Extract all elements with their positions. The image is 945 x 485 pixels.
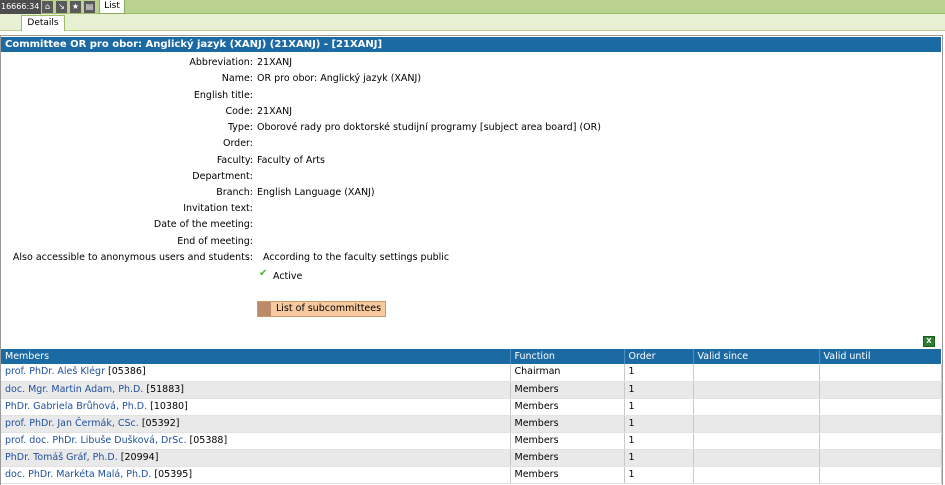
prop-label-faculty: Faculty: — [216, 155, 253, 166]
prop-label-order: Order: — [222, 138, 253, 149]
prop-label-english-title: English title: — [193, 90, 253, 101]
function-cell: Members — [510, 398, 625, 416]
table-row: PhDr. Gabriela Brůhová, Ph.D. [10380] Me… — [1, 398, 942, 416]
prop-value-code: 21XANJ — [257, 106, 293, 117]
prop-label-anonymous-access: Also accessible to anonymous users and s… — [12, 252, 253, 263]
committee-title: Committee OR pro obor: Anglický jazyk (X… — [1, 37, 941, 52]
button-swatch-icon — [258, 302, 271, 316]
table-row: doc. PhDr. Markéta Malá, Ph.D. [05395] M… — [1, 466, 942, 484]
subtab-bar: Details — [0, 14, 945, 31]
valid-until-cell — [819, 449, 942, 467]
member-cell: doc. Mgr. Martin Adam, Ph.D. [51883] — [1, 381, 511, 399]
member-id: [05386] — [108, 366, 146, 378]
home-icon[interactable]: ⌂ — [42, 1, 53, 13]
list-subcommittees-label: List of subcommittees — [276, 303, 382, 314]
valid-until-cell — [819, 381, 942, 399]
prop-value-faculty: Faculty of Arts — [257, 155, 325, 166]
table-row: prof. PhDr. Aleš Klégr [05386] Chairman … — [1, 364, 942, 382]
member-cell: PhDr. Gabriela Brůhová, Ph.D. [10380] — [1, 398, 511, 416]
prop-label-department: Department: — [192, 171, 253, 182]
valid-since-cell — [693, 415, 820, 433]
prop-label-name: Name: — [221, 73, 253, 84]
prop-label-meeting-end: End of meeting: — [177, 236, 253, 247]
prop-value-anonymous-access: According to the faculty settings public — [263, 252, 450, 263]
member-link[interactable]: prof. PhDr. Jan Čermák, CSc. — [5, 418, 139, 429]
table-row: prof. PhDr. Jan Čermák, CSc. [05392] Mem… — [1, 415, 942, 433]
valid-since-cell — [693, 364, 820, 382]
member-id: [20994] — [120, 451, 159, 463]
member-id: [51883] — [146, 383, 184, 395]
prop-label-branch: Branch: — [216, 187, 253, 198]
member-id: [05392] — [141, 417, 180, 429]
member-link[interactable]: prof. doc. PhDr. Libuše Dušková, DrSc. — [5, 435, 187, 446]
function-cell: Members — [510, 381, 625, 399]
order-cell: 1 — [624, 415, 694, 433]
valid-until-cell — [819, 466, 942, 484]
order-cell: 1 — [624, 364, 694, 382]
prop-label-type: Type: — [227, 122, 253, 133]
order-cell: 1 — [624, 398, 694, 416]
prop-value-abbreviation: 21XANJ — [257, 57, 293, 68]
order-cell: 1 — [624, 381, 694, 399]
excel-export-icon[interactable]: X — [923, 336, 935, 347]
member-link[interactable]: PhDr. Gabriela Brůhová, Ph.D. — [5, 401, 147, 412]
member-link[interactable]: PhDr. Tomáš Gráf, Ph.D. — [5, 452, 118, 463]
member-cell: doc. PhDr. Markéta Malá, Ph.D. [05395] — [1, 466, 511, 484]
member-cell: prof. doc. PhDr. Libuše Dušková, DrSc. [… — [1, 432, 511, 450]
function-cell: Members — [510, 449, 625, 467]
tab-list[interactable]: List — [99, 0, 125, 14]
prop-value-branch: English Language (XANJ) — [257, 187, 375, 198]
prop-label-invitation-text: Invitation text: — [183, 203, 253, 214]
order-cell: 1 — [624, 466, 694, 484]
col-header-valid-since[interactable]: Valid since — [692, 349, 819, 364]
active-status: Active — [273, 271, 303, 282]
prop-label-abbreviation: Abbreviation: — [189, 57, 253, 68]
function-cell: Chairman — [510, 364, 625, 382]
prop-label-code: Code: — [225, 106, 253, 117]
member-id: [05388] — [189, 434, 228, 446]
valid-since-cell — [693, 449, 820, 467]
function-cell: Members — [510, 415, 625, 433]
valid-since-cell — [693, 432, 820, 450]
member-link[interactable]: doc. Mgr. Martin Adam, Ph.D. — [5, 384, 143, 395]
checkmark-icon: ✔ — [259, 268, 268, 279]
valid-until-cell — [819, 398, 942, 416]
member-id: [05395] — [154, 468, 193, 480]
members-table: Members Function Order Valid since Valid… — [1, 349, 942, 484]
col-header-order[interactable]: Order — [623, 349, 693, 364]
valid-since-cell — [693, 398, 820, 416]
member-link[interactable]: prof. PhDr. Aleš Klégr — [5, 366, 105, 377]
arrow-icon[interactable]: ↘ — [56, 1, 67, 13]
col-header-function[interactable]: Function — [509, 349, 624, 364]
print-icon[interactable]: ▤ — [84, 1, 95, 13]
list-subcommittees-button[interactable]: List of subcommittees — [257, 301, 386, 317]
session-counter: 16666:34 — [0, 0, 41, 14]
member-id: [10380] — [150, 400, 188, 412]
prop-label-meeting-date: Date of the meeting: — [153, 219, 253, 230]
member-link[interactable]: doc. PhDr. Markéta Malá, Ph.D. — [5, 469, 151, 480]
valid-since-cell — [693, 381, 820, 399]
prop-value-type: Oborové rady pro doktorské studijní prog… — [257, 122, 601, 133]
table-row: prof. doc. PhDr. Libuše Dušková, DrSc. [… — [1, 432, 942, 450]
table-row: doc. Mgr. Martin Adam, Ph.D. [51883] Mem… — [1, 381, 942, 399]
valid-until-cell — [819, 415, 942, 433]
table-row: PhDr. Tomáš Gráf, Ph.D. [20994] Members … — [1, 449, 942, 467]
order-cell: 1 — [624, 449, 694, 467]
valid-since-cell — [693, 466, 820, 484]
member-cell: prof. PhDr. Jan Čermák, CSc. [05392] — [1, 415, 511, 433]
tab-details[interactable]: Details — [21, 15, 65, 31]
member-cell: prof. PhDr. Aleš Klégr [05386] — [1, 364, 511, 382]
function-cell: Members — [510, 432, 625, 450]
col-header-members[interactable]: Members — [1, 349, 510, 364]
star-icon[interactable]: ★ — [70, 1, 81, 13]
order-cell: 1 — [624, 432, 694, 450]
member-cell: PhDr. Tomáš Gráf, Ph.D. [20994] — [1, 449, 511, 467]
function-cell: Members — [510, 466, 625, 484]
prop-value-name: OR pro obor: Anglický jazyk (XANJ) — [257, 73, 422, 84]
valid-until-cell — [819, 432, 942, 450]
valid-until-cell — [819, 364, 942, 382]
members-table-header: Members Function Order Valid since Valid… — [1, 349, 941, 364]
top-toolbar: 16666:34 ⌂ ↘ ★ ▤ List — [0, 0, 945, 14]
col-header-valid-until[interactable]: Valid until — [818, 349, 941, 364]
